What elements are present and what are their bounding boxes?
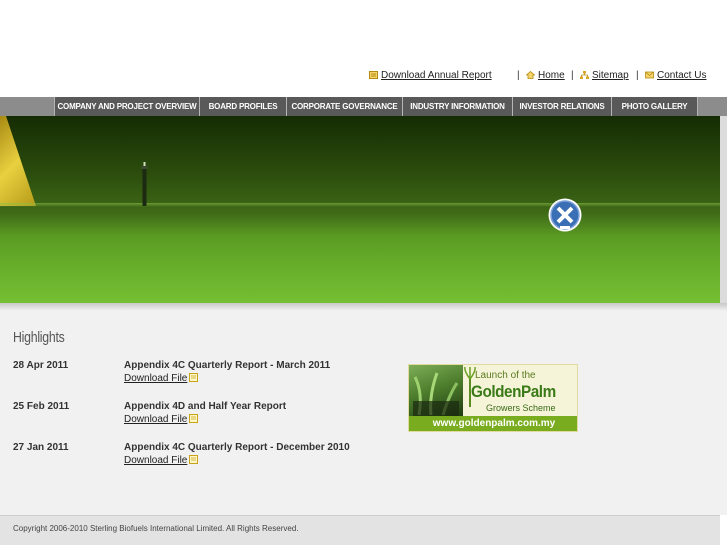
envelope-icon (645, 71, 654, 79)
horizon-glow (0, 203, 720, 207)
download-file-link[interactable]: Download File (124, 414, 199, 425)
promo-line3: Growers Scheme (486, 403, 556, 413)
top-links: Download Annual Report | Home | Sitemap … (0, 70, 727, 84)
highlight-date: 27 Jan 2011 (13, 442, 69, 453)
highlight-date: 25 Feb 2011 (13, 401, 70, 412)
download-file-link[interactable]: Download File (124, 373, 199, 384)
tower-graphic (141, 162, 148, 206)
nav-corporate-governance[interactable]: CORPORATE GOVERNANCE (286, 97, 402, 116)
nav-industry-information[interactable]: INDUSTRY INFORMATION (402, 97, 512, 116)
highlight-title: Appendix 4D and Half Year Report (124, 401, 287, 412)
separator: | (571, 70, 574, 81)
nav-lead-strip (0, 97, 54, 116)
sitemap-label: Sitemap (592, 70, 629, 81)
download-file-label: Download File (124, 373, 188, 384)
hero-banner (0, 116, 720, 303)
palm-leaves-icon (413, 372, 459, 417)
copyright-text: Copyright 2006-2010 Sterling Biofuels In… (13, 524, 299, 533)
highlight-title: Appendix 4C Quarterly Report - December … (124, 442, 350, 453)
highlight-date: 28 Apr 2011 (13, 360, 69, 371)
highlights-section: Highlights 28 Apr 2011 Appendix 4C Quart… (0, 311, 727, 515)
main-nav: COMPANY AND PROJECT OVERVIEW BOARD PROFI… (0, 97, 727, 116)
file-download-icon (189, 373, 199, 382)
highlight-title: Appendix 4C Quarterly Report - March 201… (124, 360, 331, 371)
palm-seedlings-photo (409, 365, 463, 417)
logo-badge-icon (548, 198, 582, 232)
page-footer: Copyright 2006-2010 Sterling Biofuels In… (0, 515, 720, 545)
nav-company-and-project-overview[interactable]: COMPANY AND PROJECT OVERVIEW (54, 97, 199, 116)
sitemap-icon (580, 71, 589, 79)
promo-line1: Launch of the (475, 370, 536, 381)
home-label: Home (538, 70, 565, 81)
home-link[interactable]: Home (526, 70, 565, 81)
download-file-label: Download File (124, 455, 188, 466)
separator: | (636, 70, 639, 81)
nav-investor-relations[interactable]: INVESTOR RELATIONS (512, 97, 611, 116)
nav-photo-gallery[interactable]: PHOTO GALLERY (611, 97, 697, 116)
file-download-icon (189, 455, 199, 464)
highlights-heading: Highlights (13, 329, 65, 346)
home-icon (526, 71, 535, 79)
contact-us-link[interactable]: Contact Us (645, 70, 706, 81)
nav-tail-strip (697, 97, 727, 116)
promo-brand: GoldenPalm (471, 382, 556, 401)
section-divider (0, 303, 727, 311)
document-icon (369, 71, 378, 79)
annual-report-label: Download Annual Report (381, 70, 492, 81)
nav-board-profiles[interactable]: BOARD PROFILES (199, 97, 286, 116)
separator: | (517, 70, 520, 81)
gold-wedge-graphic (0, 116, 36, 206)
sitemap-link[interactable]: Sitemap (580, 70, 629, 81)
file-download-icon (189, 414, 199, 423)
download-annual-report-link[interactable]: Download Annual Report (369, 70, 492, 81)
contact-us-label: Contact Us (657, 70, 707, 81)
promo-url: www.goldenpalm.com.my (409, 416, 577, 431)
download-file-link[interactable]: Download File (124, 455, 199, 466)
banner-edge (720, 116, 727, 303)
download-file-label: Download File (124, 414, 188, 425)
goldenpalm-promo-banner[interactable]: Launch of the GoldenPalm Growers Scheme … (408, 364, 578, 432)
